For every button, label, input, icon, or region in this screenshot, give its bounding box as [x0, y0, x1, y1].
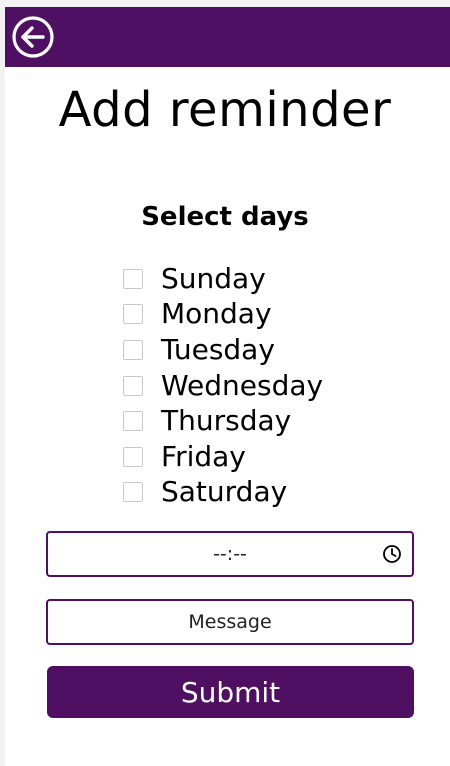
arrow-left-circle-icon [12, 16, 54, 58]
friday-checkbox[interactable] [123, 446, 143, 467]
thursday-checkbox[interactable] [123, 411, 143, 432]
day-item-wednesday[interactable]: Wednesday [123, 368, 323, 404]
day-item-monday[interactable]: Monday [123, 297, 323, 333]
time-value: --:-- [213, 543, 247, 565]
day-label: Wednesday [161, 368, 324, 402]
saturday-checkbox[interactable] [123, 482, 143, 503]
day-checkbox-list: Sunday Monday Tuesday Wednesday Thursday… [123, 261, 323, 510]
top-app-bar [5, 7, 450, 67]
sunday-checkbox[interactable] [123, 268, 143, 289]
back-button[interactable] [11, 15, 55, 59]
day-label: Friday [161, 439, 246, 473]
wednesday-checkbox[interactable] [123, 375, 143, 396]
day-item-saturday[interactable]: Saturday [123, 475, 323, 511]
day-item-friday[interactable]: Friday [123, 439, 323, 475]
day-label: Thursday [161, 404, 292, 438]
clock-icon[interactable] [382, 544, 402, 564]
tuesday-checkbox[interactable] [123, 339, 143, 360]
submit-button[interactable]: Submit [47, 666, 414, 718]
day-label: Tuesday [161, 332, 275, 366]
day-item-thursday[interactable]: Thursday [123, 403, 323, 439]
day-label: Monday [161, 297, 272, 331]
day-label: Saturday [161, 475, 288, 509]
day-label: Sunday [161, 261, 266, 295]
monday-checkbox[interactable] [123, 304, 143, 325]
message-input[interactable] [46, 599, 414, 645]
day-item-sunday[interactable]: Sunday [123, 261, 323, 297]
reminder-page: Add reminder Select days Sunday Monday T… [5, 7, 450, 766]
day-item-tuesday[interactable]: Tuesday [123, 332, 323, 368]
select-days-heading: Select days [141, 202, 309, 232]
page-title: Add reminder [58, 82, 392, 138]
time-input[interactable]: --:-- [46, 531, 414, 577]
